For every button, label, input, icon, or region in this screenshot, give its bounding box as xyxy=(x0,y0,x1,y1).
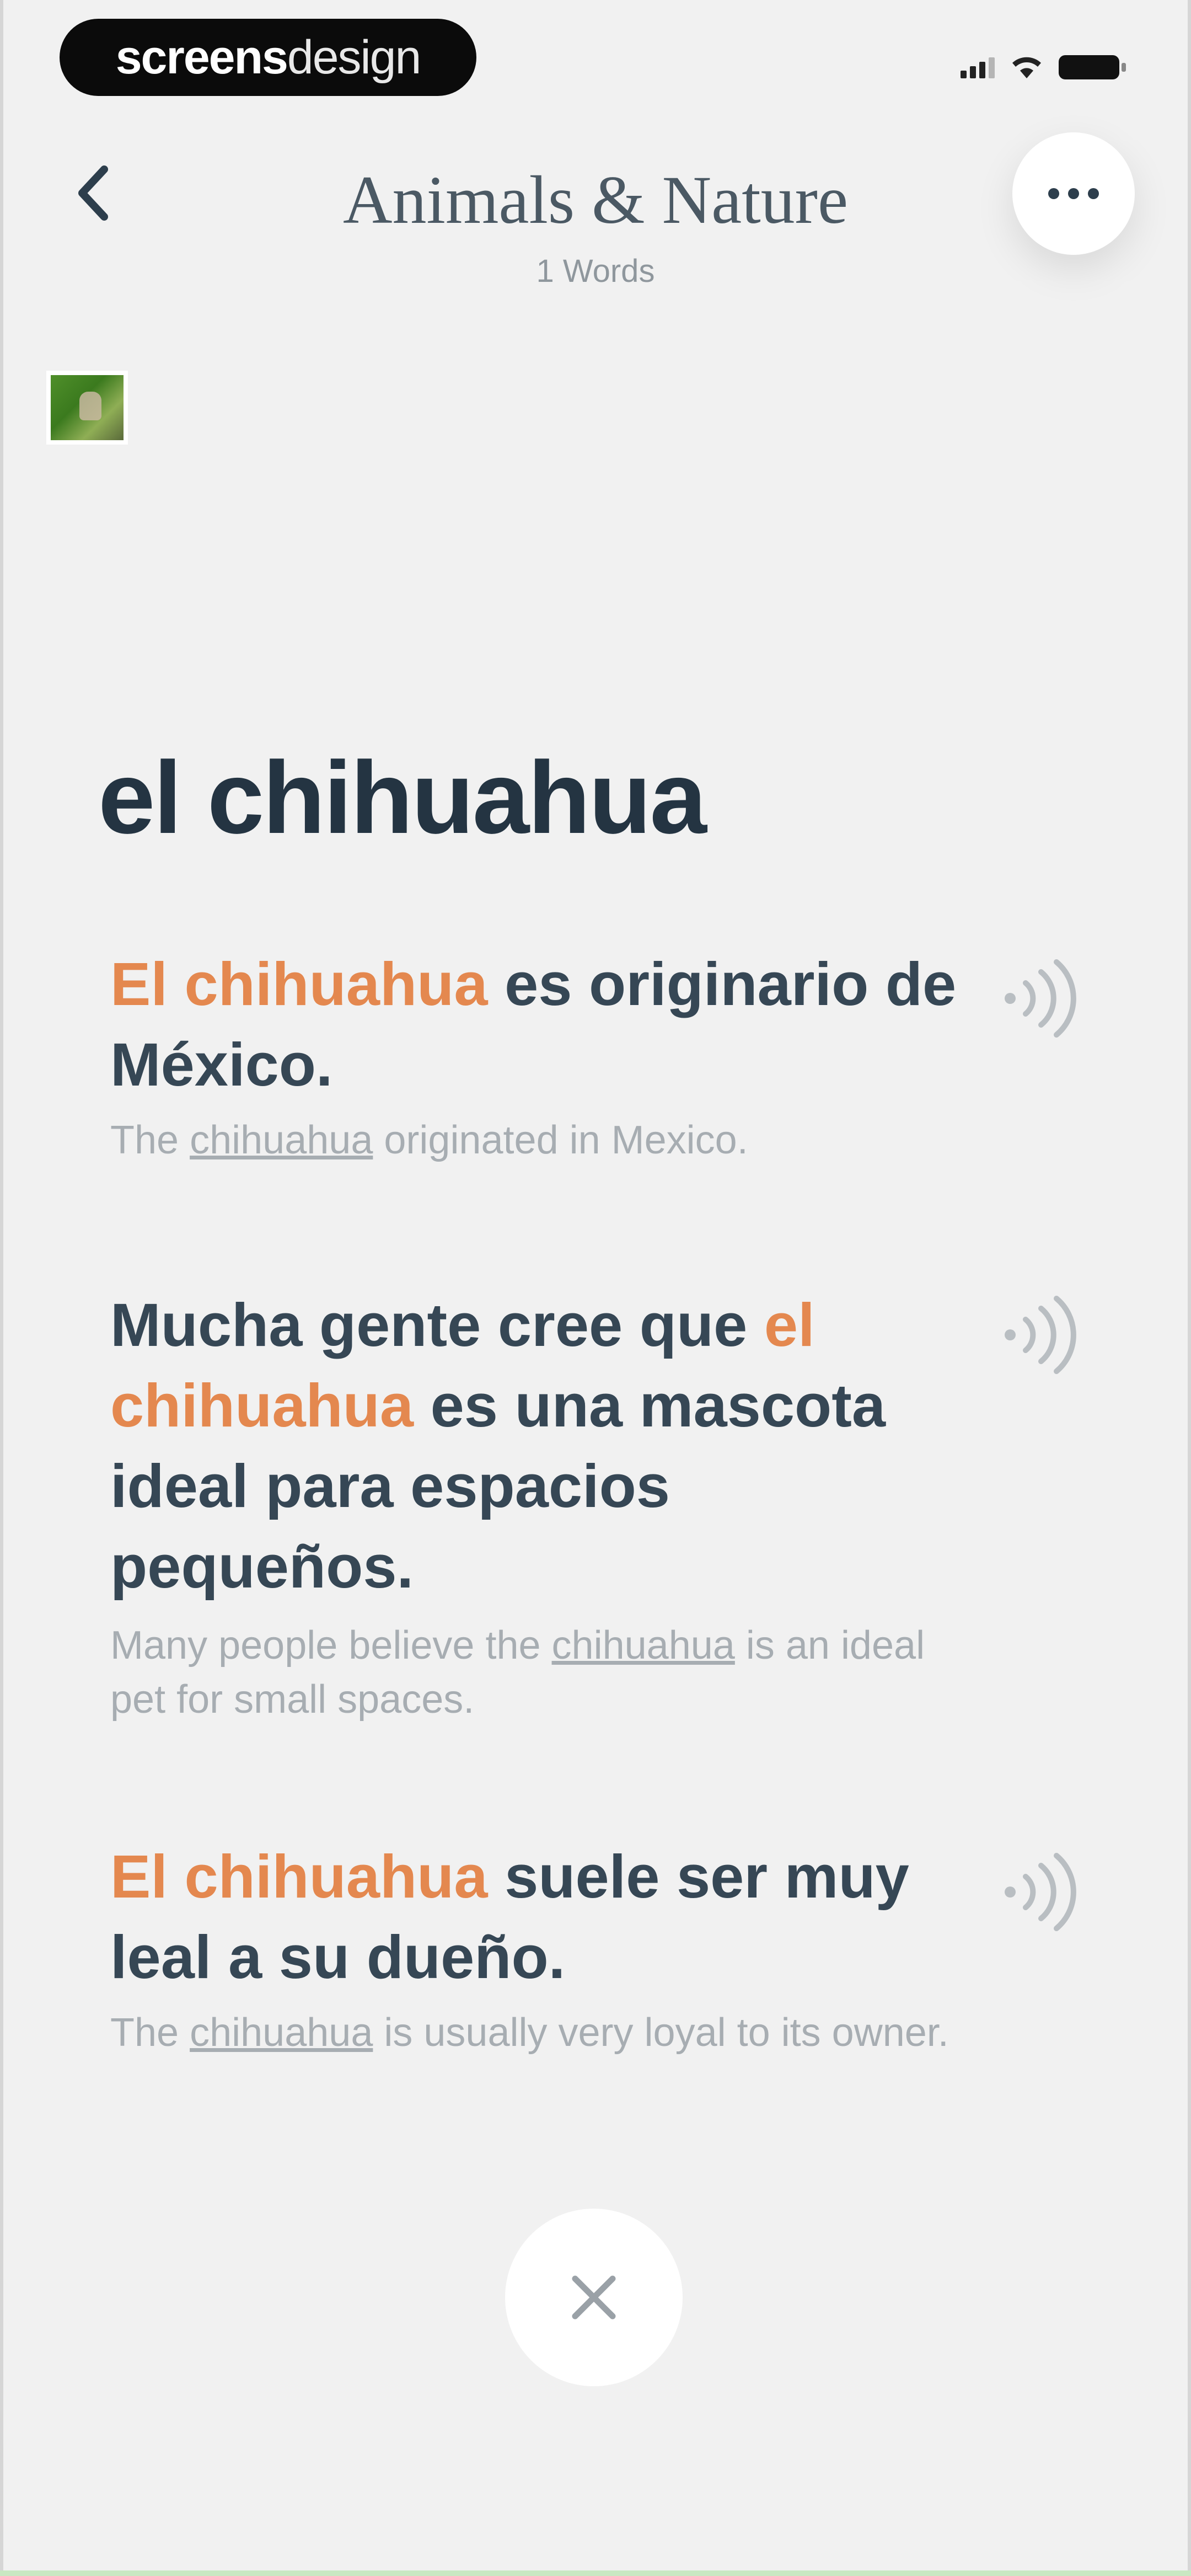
brand-watermark: screens design xyxy=(60,19,476,96)
highlighted-word: El chihuahua xyxy=(110,950,488,1018)
spanish-sentence: El chihuahua suele ser muy leal a su due… xyxy=(110,1837,959,1998)
more-options-button[interactable] xyxy=(1012,132,1135,255)
translation-word: chihuahua xyxy=(190,2011,373,2055)
example-sentence-1: El chihuahua es originario de México. Th… xyxy=(110,944,959,1167)
vocabulary-word: el chihuahua xyxy=(98,741,707,855)
translation-text: is usually very loyal to its owner. xyxy=(373,2011,949,2055)
more-dots-icon xyxy=(1048,188,1059,199)
signal-icon xyxy=(961,56,995,78)
play-audio-button-2[interactable] xyxy=(999,1291,1076,1379)
brand-light-text: design xyxy=(287,30,421,84)
speaker-icon xyxy=(1005,959,1076,1038)
english-translation: The chihuahua is usually very loyal to i… xyxy=(110,2006,959,2060)
translation-text: The xyxy=(110,2011,190,2055)
translation-word: chihuahua xyxy=(190,1118,373,1162)
brand-bold-text: screens xyxy=(115,30,288,84)
translation-text: originated in Mexico. xyxy=(373,1118,748,1162)
example-sentence-2: Mucha gente cree que el chihuahua es una… xyxy=(110,1285,959,1727)
speaker-icon xyxy=(1005,1296,1076,1374)
play-audio-button-1[interactable] xyxy=(999,954,1076,1043)
spanish-sentence: Mucha gente cree que el chihuahua es una… xyxy=(110,1285,959,1607)
translation-word: chihuahua xyxy=(551,1623,735,1668)
translation-text: Many people believe the xyxy=(110,1623,552,1668)
word-count: 1 Words xyxy=(536,253,655,289)
example-sentence-3: El chihuahua suele ser muy leal a su due… xyxy=(110,1837,959,2060)
more-dot xyxy=(1088,188,1099,199)
bottom-edge xyxy=(0,2570,1191,2576)
play-audio-button-3[interactable] xyxy=(999,1848,1076,1936)
sentence-start: Mucha gente cree que xyxy=(110,1291,764,1359)
translation-text: The xyxy=(110,1118,190,1162)
highlighted-word: El chihuahua xyxy=(110,1843,488,1911)
more-dot xyxy=(1068,188,1079,199)
english-translation: Many people believe the chihuahua is an … xyxy=(110,1618,959,1727)
english-translation: The chihuahua originated in Mexico. xyxy=(110,1113,959,1167)
close-icon xyxy=(572,2275,616,2320)
status-icons xyxy=(961,51,1126,84)
word-thumbnail-image[interactable] xyxy=(46,371,128,445)
battery-icon xyxy=(1059,55,1126,79)
speaker-icon xyxy=(1005,1853,1076,1931)
spanish-sentence: El chihuahua es originario de México. xyxy=(110,944,959,1105)
wifi-icon xyxy=(1012,57,1041,78)
close-button[interactable] xyxy=(505,2209,683,2386)
